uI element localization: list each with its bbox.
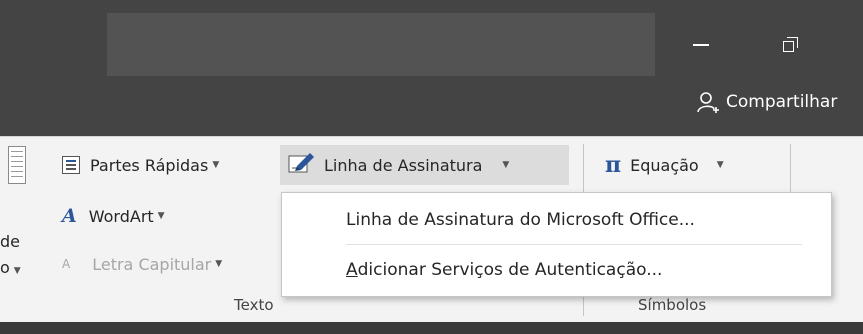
drop-cap-button[interactable]: A Letra Capitular ▼ xyxy=(62,251,222,277)
chevron-down-icon: ▼ xyxy=(502,160,510,170)
signature-line-button[interactable]: Linha de Assinatura ▼ xyxy=(280,145,569,185)
quick-parts-button[interactable]: Partes Rápidas ▼ xyxy=(62,152,219,178)
menu-item-microsoft-office-signature[interactable]: Linha de Assinatura do Microsoft Office.… xyxy=(282,195,831,245)
title-bar: Compartilhar xyxy=(0,0,863,136)
group-separator xyxy=(790,144,791,192)
person-add-icon xyxy=(696,90,720,114)
wordart-icon: A xyxy=(62,205,77,227)
text-box-icon[interactable] xyxy=(8,146,26,184)
drop-cap-label: Letra Capitular xyxy=(92,254,212,274)
wordart-label: WordArt xyxy=(88,206,154,226)
cut-off-label: o ▼ xyxy=(0,258,21,277)
cut-off-label: de xyxy=(0,232,20,251)
minimize-icon xyxy=(693,43,709,46)
document-area-edge xyxy=(0,322,863,334)
wordart-button[interactable]: A WordArt ▼ xyxy=(62,203,165,229)
restore-icon xyxy=(783,36,799,53)
chevron-down-icon: ▼ xyxy=(157,211,165,221)
chevron-down-icon: ▼ xyxy=(716,160,724,170)
group-label-texto: Texto xyxy=(234,296,274,314)
quick-parts-label: Partes Rápidas xyxy=(90,155,209,175)
document-title-area xyxy=(107,13,655,76)
signature-line-menu: Linha de Assinatura do Microsoft Office.… xyxy=(281,192,832,297)
drop-cap-icon: A xyxy=(62,257,71,271)
menu-item-add-signature-services[interactable]: Adicionar Serviços de Autenticação... xyxy=(282,245,831,295)
minimize-button[interactable] xyxy=(670,13,732,76)
group-label-simbolos: Símbolos xyxy=(638,296,707,314)
share-button[interactable]: Compartilhar xyxy=(696,86,837,118)
equation-button[interactable]: π Equação ▼ xyxy=(605,152,724,178)
share-label: Compartilhar xyxy=(726,92,838,112)
pi-icon: π xyxy=(605,152,622,178)
signature-line-label: Linha de Assinatura xyxy=(324,155,483,175)
quick-parts-icon xyxy=(62,156,80,174)
chevron-down-icon: ▼ xyxy=(212,160,220,170)
chevron-down-icon: ▼ xyxy=(215,259,223,269)
equation-label: Equação xyxy=(630,155,699,175)
signature-pen-icon xyxy=(288,151,316,179)
restore-button[interactable] xyxy=(760,13,822,76)
